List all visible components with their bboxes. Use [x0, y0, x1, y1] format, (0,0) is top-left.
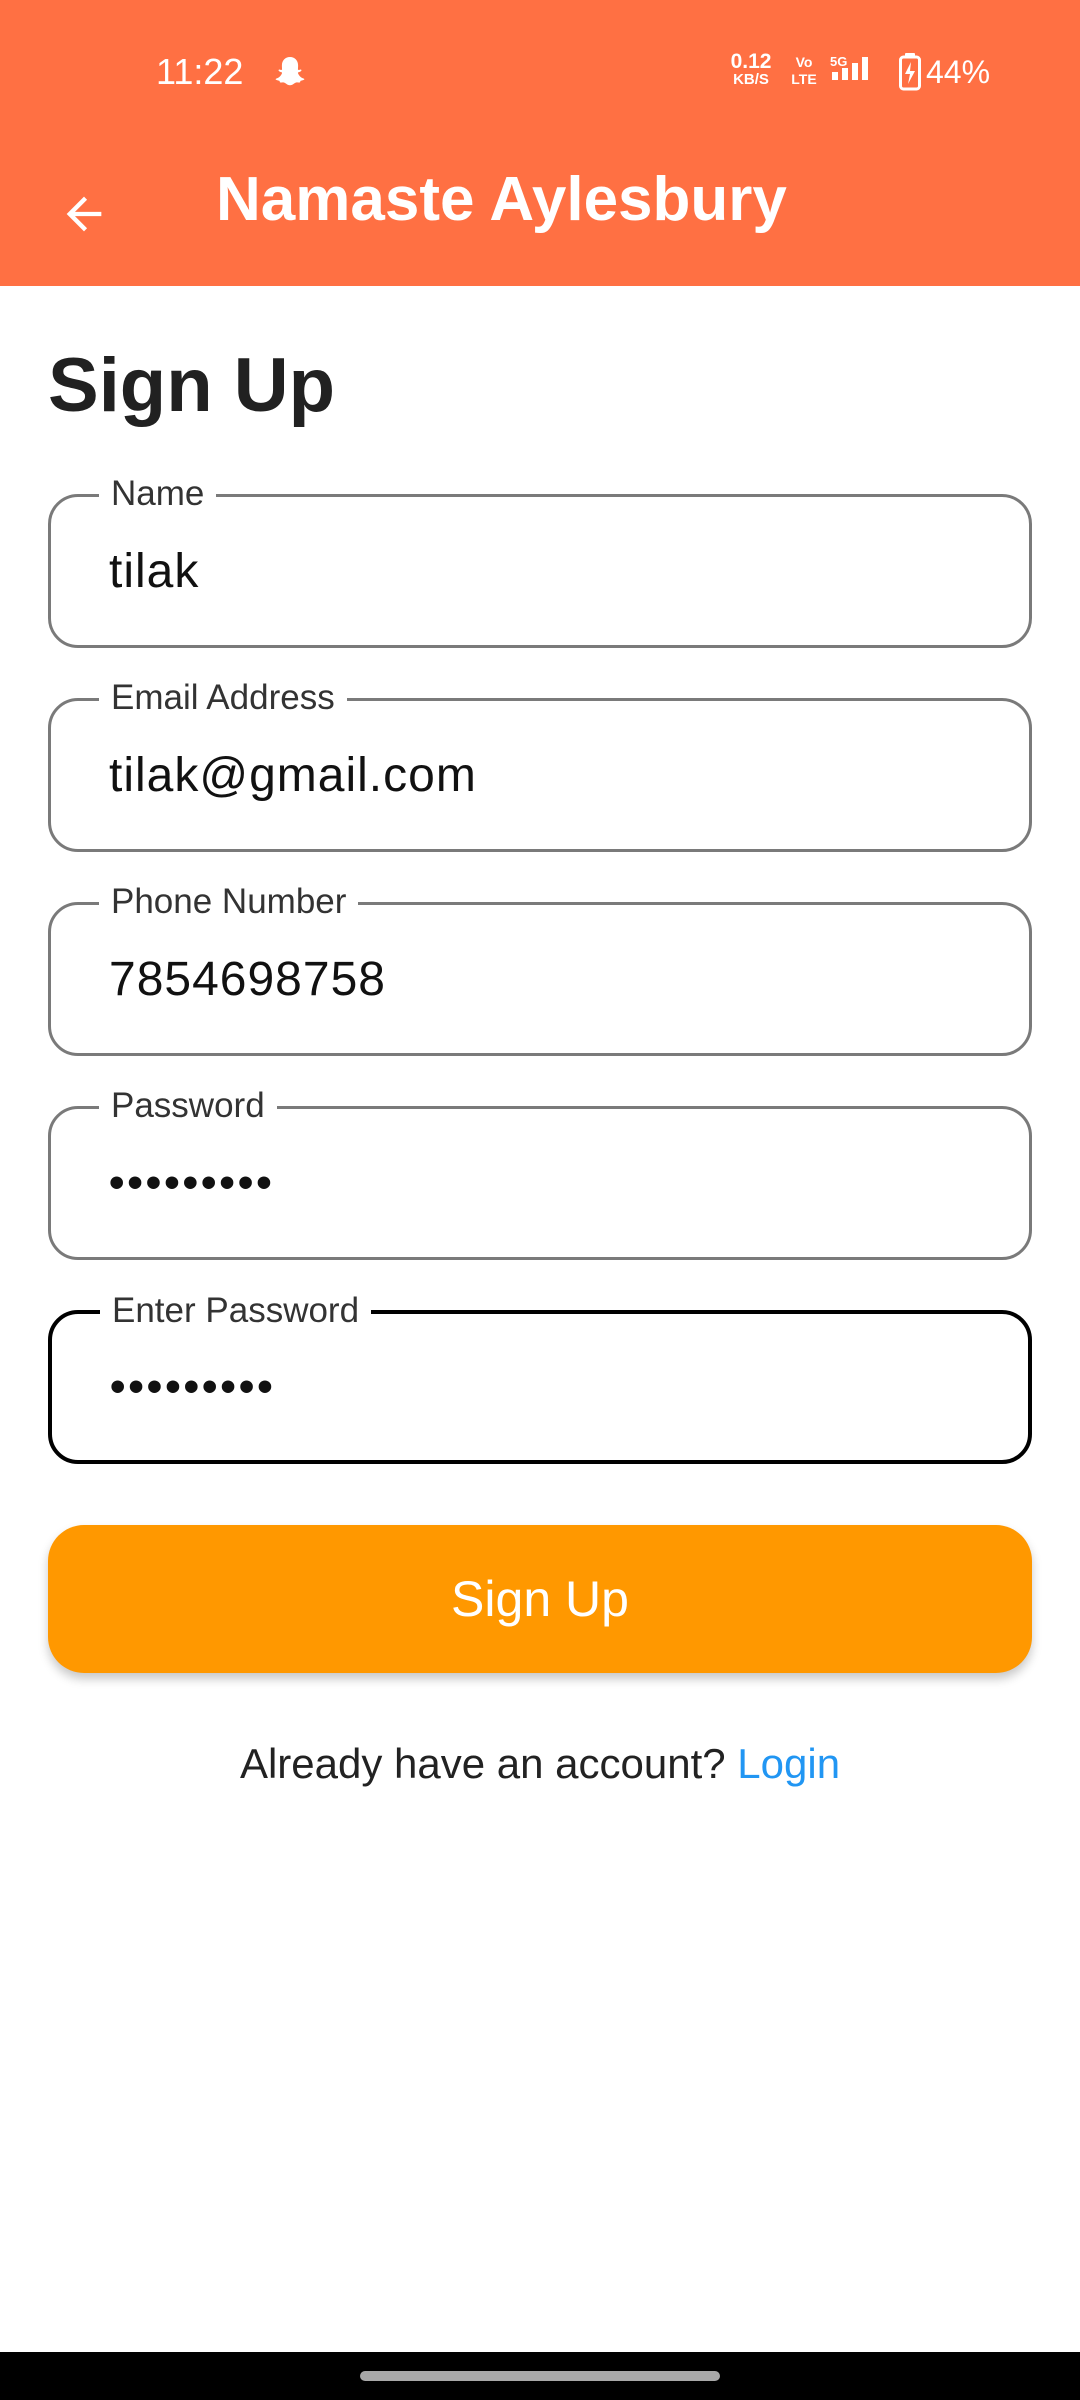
status-bar: 11:22 0.12 KB/S Vo LTE 5G 44% [0, 0, 1080, 140]
network-speed: 0.12 KB/S [730, 50, 772, 88]
login-prompt-text: Already have an account? [239, 1740, 726, 1787]
email-field[interactable]: Email Address tilak@gmail.com [48, 677, 1032, 852]
login-link[interactable]: Login [737, 1740, 840, 1787]
login-prompt: Already have an account? Login [0, 1736, 1080, 1792]
email-field-value[interactable]: tilak@gmail.com [109, 701, 477, 849]
signup-screen: 11:22 0.12 KB/S Vo LTE 5G 44% Namaste Ay… [0, 0, 1080, 2400]
signal-icon: 5G [830, 54, 868, 80]
status-time: 11:22 [156, 51, 244, 92]
back-arrow-icon [66, 196, 102, 232]
name-field[interactable]: Name tilak [48, 473, 1032, 648]
page-title: Sign Up [48, 343, 336, 428]
header: 11:22 0.12 KB/S Vo LTE 5G 44% Namaste Ay… [0, 0, 1080, 286]
password-field-value[interactable]: ••••••••• [109, 1109, 275, 1257]
confirm-password-field[interactable]: Enter Password ••••••••• [48, 1290, 1032, 1464]
phone-field[interactable]: Phone Number 7854698758 [48, 881, 1032, 1056]
snapchat-icon [275, 57, 305, 86]
battery-percent: 44% [926, 54, 991, 90]
battery-icon [899, 53, 921, 91]
volte-indicator: Vo LTE [791, 54, 817, 87]
home-gesture-handle[interactable] [360, 2371, 720, 2381]
app-bar: Namaste Aylesbury [0, 140, 1080, 286]
phone-field-value[interactable]: 7854698758 [109, 905, 386, 1053]
sign-up-button[interactable]: Sign Up [48, 1525, 1032, 1673]
sign-up-button-label: Sign Up [451, 1571, 629, 1627]
network-type-label: 5G [830, 54, 847, 69]
password-field[interactable]: Password ••••••••• [48, 1085, 1032, 1260]
confirm-password-field-value[interactable]: ••••••••• [110, 1314, 276, 1460]
navigation-bar [0, 2352, 1080, 2400]
app-title: Namaste Aylesbury [216, 165, 787, 234]
back-button[interactable] [40, 170, 128, 258]
name-field-value[interactable]: tilak [109, 497, 199, 645]
